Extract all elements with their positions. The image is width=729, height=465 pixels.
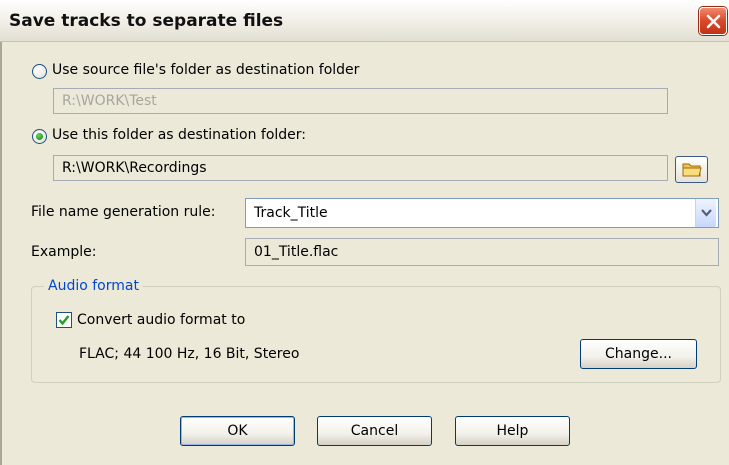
save-tracks-dialog: Save tracks to separate files Use source… [0,0,729,465]
close-button[interactable] [699,7,727,35]
folder-icon [682,163,702,177]
audio-format-value: FLAC; 44 100 Hz, 16 Bit, Stereo [79,346,300,362]
dialog-title: Save tracks to separate files [9,11,284,31]
checkmark-icon [58,315,70,326]
example-label: Example: [31,244,97,260]
radio-custom-folder-label[interactable]: Use this folder as destination folder: [52,127,306,143]
close-icon [706,14,721,29]
naming-rule-dropdown-button[interactable] [695,199,716,227]
source-folder-field: R:\WORK\Test [53,88,668,114]
radio-custom-folder[interactable] [32,129,47,144]
title-bar: Save tracks to separate files [0,0,729,42]
convert-audio-checkbox[interactable] [56,312,72,328]
change-format-button[interactable]: Change... [580,339,697,369]
destination-folder-field[interactable]: R:\WORK\Recordings [53,155,668,181]
radio-source-folder[interactable] [32,64,47,79]
naming-rule-select[interactable]: Track_Title [245,198,719,228]
audio-format-group-title: Audio format [44,278,143,294]
chevron-down-icon [701,209,712,217]
window-left-border [0,42,2,465]
example-field: 01_Title.flac [245,238,719,266]
radio-source-folder-label[interactable]: Use source file's folder as destination … [52,62,359,78]
cancel-button[interactable]: Cancel [317,416,432,446]
convert-audio-label[interactable]: Convert audio format to [77,312,245,328]
browse-folder-button[interactable] [675,156,708,183]
naming-rule-label: File name generation rule: [31,204,216,220]
help-button[interactable]: Help [455,416,570,446]
radio-selected-dot [36,133,43,140]
ok-button[interactable]: OK [180,416,295,446]
